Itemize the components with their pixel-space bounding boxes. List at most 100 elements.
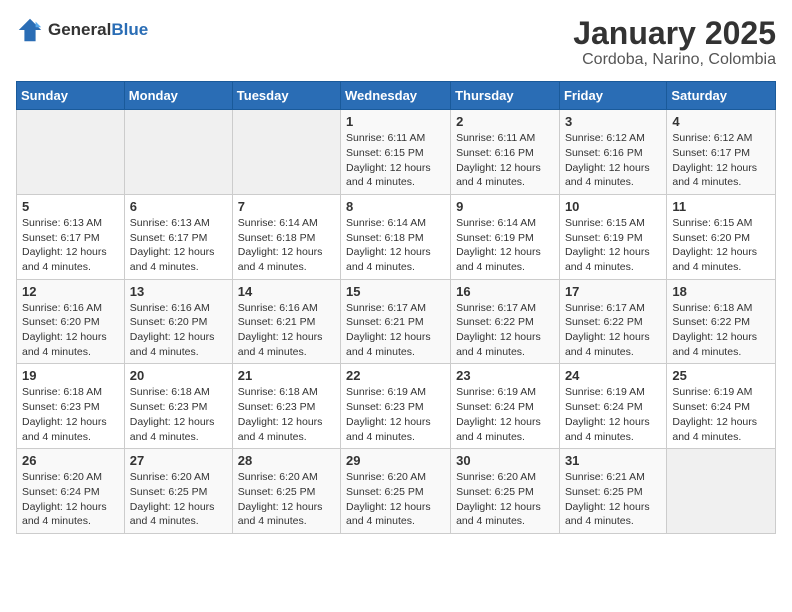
week-row-4: 19 Sunrise: 6:18 AMSunset: 6:23 PMDayligh… xyxy=(17,364,776,449)
day-number: 19 xyxy=(22,368,119,383)
day-info: Sunrise: 6:12 AMSunset: 6:17 PMDaylight:… xyxy=(672,131,770,190)
day-number: 26 xyxy=(22,453,119,468)
day-number: 21 xyxy=(238,368,335,383)
weekday-header-row: SundayMondayTuesdayWednesdayThursdayFrid… xyxy=(17,82,776,110)
day-info: Sunrise: 6:16 AMSunset: 6:20 PMDaylight:… xyxy=(22,301,119,360)
day-info: Sunrise: 6:17 AMSunset: 6:21 PMDaylight:… xyxy=(346,301,445,360)
week-row-3: 12 Sunrise: 6:16 AMSunset: 6:20 PMDayligh… xyxy=(17,279,776,364)
day-info: Sunrise: 6:14 AMSunset: 6:18 PMDaylight:… xyxy=(346,216,445,275)
calendar-cell: 19 Sunrise: 6:18 AMSunset: 6:23 PMDayligh… xyxy=(17,364,125,449)
day-info: Sunrise: 6:19 AMSunset: 6:24 PMDaylight:… xyxy=(565,385,661,444)
day-number: 1 xyxy=(346,114,445,129)
calendar-cell xyxy=(124,110,232,195)
calendar-cell: 25 Sunrise: 6:19 AMSunset: 6:24 PMDayligh… xyxy=(667,364,776,449)
week-row-1: 1 Sunrise: 6:11 AMSunset: 6:15 PMDaylight… xyxy=(17,110,776,195)
day-number: 30 xyxy=(456,453,554,468)
day-number: 18 xyxy=(672,284,770,299)
calendar-cell: 4 Sunrise: 6:12 AMSunset: 6:17 PMDaylight… xyxy=(667,110,776,195)
day-info: Sunrise: 6:20 AMSunset: 6:24 PMDaylight:… xyxy=(22,470,119,529)
calendar-table: SundayMondayTuesdayWednesdayThursdayFrid… xyxy=(16,81,776,534)
calendar-cell: 13 Sunrise: 6:16 AMSunset: 6:20 PMDayligh… xyxy=(124,279,232,364)
day-number: 24 xyxy=(565,368,661,383)
day-info: Sunrise: 6:19 AMSunset: 6:23 PMDaylight:… xyxy=(346,385,445,444)
day-number: 17 xyxy=(565,284,661,299)
calendar-cell: 18 Sunrise: 6:18 AMSunset: 6:22 PMDayligh… xyxy=(667,279,776,364)
weekday-header-friday: Friday xyxy=(559,82,666,110)
calendar-cell: 9 Sunrise: 6:14 AMSunset: 6:19 PMDaylight… xyxy=(451,194,560,279)
day-number: 3 xyxy=(565,114,661,129)
day-number: 25 xyxy=(672,368,770,383)
day-number: 7 xyxy=(238,199,335,214)
weekday-header-thursday: Thursday xyxy=(451,82,560,110)
logo-blue: Blue xyxy=(111,20,148,39)
month-title: January 2025 xyxy=(573,16,776,51)
location-title: Cordoba, Narino, Colombia xyxy=(573,51,776,69)
calendar-cell: 21 Sunrise: 6:18 AMSunset: 6:23 PMDayligh… xyxy=(232,364,340,449)
day-info: Sunrise: 6:12 AMSunset: 6:16 PMDaylight:… xyxy=(565,131,661,190)
day-info: Sunrise: 6:16 AMSunset: 6:20 PMDaylight:… xyxy=(130,301,227,360)
day-info: Sunrise: 6:18 AMSunset: 6:22 PMDaylight:… xyxy=(672,301,770,360)
day-info: Sunrise: 6:20 AMSunset: 6:25 PMDaylight:… xyxy=(346,470,445,529)
calendar-cell: 27Sunrise: 6:20 AMSunset: 6:25 PMDayligh… xyxy=(124,449,232,534)
day-number: 9 xyxy=(456,199,554,214)
day-info: Sunrise: 6:14 AMSunset: 6:18 PMDaylight:… xyxy=(238,216,335,275)
day-number: 13 xyxy=(130,284,227,299)
day-number: 15 xyxy=(346,284,445,299)
weekday-header-saturday: Saturday xyxy=(667,82,776,110)
calendar-cell: 3 Sunrise: 6:12 AMSunset: 6:16 PMDaylight… xyxy=(559,110,666,195)
day-number: 10 xyxy=(565,199,661,214)
title-block: January 2025 Cordoba, Narino, Colombia xyxy=(573,16,776,69)
weekday-header-tuesday: Tuesday xyxy=(232,82,340,110)
calendar-cell: 11 Sunrise: 6:15 AMSunset: 6:20 PMDayligh… xyxy=(667,194,776,279)
day-number: 16 xyxy=(456,284,554,299)
day-number: 29 xyxy=(346,453,445,468)
calendar-cell: 31Sunrise: 6:21 AMSunset: 6:25 PMDayligh… xyxy=(559,449,666,534)
weekday-header-wednesday: Wednesday xyxy=(341,82,451,110)
day-info: Sunrise: 6:17 AMSunset: 6:22 PMDaylight:… xyxy=(456,301,554,360)
calendar-cell: 14 Sunrise: 6:16 AMSunset: 6:21 PMDayligh… xyxy=(232,279,340,364)
day-info: Sunrise: 6:15 AMSunset: 6:20 PMDaylight:… xyxy=(672,216,770,275)
day-info: Sunrise: 6:20 AMSunset: 6:25 PMDaylight:… xyxy=(238,470,335,529)
day-number: 4 xyxy=(672,114,770,129)
calendar-cell: 28Sunrise: 6:20 AMSunset: 6:25 PMDayligh… xyxy=(232,449,340,534)
calendar-cell: 20Sunrise: 6:18 AMSunset: 6:23 PMDayligh… xyxy=(124,364,232,449)
calendar-cell xyxy=(17,110,125,195)
day-info: Sunrise: 6:11 AMSunset: 6:16 PMDaylight:… xyxy=(456,131,554,190)
day-number: 12 xyxy=(22,284,119,299)
day-info: Sunrise: 6:13 AMSunset: 6:17 PMDaylight:… xyxy=(130,216,227,275)
day-info: Sunrise: 6:18 AMSunset: 6:23 PMDaylight:… xyxy=(238,385,335,444)
calendar-cell: 15 Sunrise: 6:17 AMSunset: 6:21 PMDayligh… xyxy=(341,279,451,364)
day-number: 2 xyxy=(456,114,554,129)
weekday-header-monday: Monday xyxy=(124,82,232,110)
calendar-cell: 17Sunrise: 6:17 AMSunset: 6:22 PMDayligh… xyxy=(559,279,666,364)
weekday-header-sunday: Sunday xyxy=(17,82,125,110)
calendar-cell: 1 Sunrise: 6:11 AMSunset: 6:15 PMDaylight… xyxy=(341,110,451,195)
calendar-cell: 6 Sunrise: 6:13 AMSunset: 6:17 PMDaylight… xyxy=(124,194,232,279)
calendar-cell: 8Sunrise: 6:14 AMSunset: 6:18 PMDaylight… xyxy=(341,194,451,279)
calendar-cell: 26 Sunrise: 6:20 AMSunset: 6:24 PMDayligh… xyxy=(17,449,125,534)
day-number: 22 xyxy=(346,368,445,383)
calendar-cell: 7 Sunrise: 6:14 AMSunset: 6:18 PMDaylight… xyxy=(232,194,340,279)
day-number: 11 xyxy=(672,199,770,214)
logo-icon xyxy=(16,16,44,44)
day-info: Sunrise: 6:14 AMSunset: 6:19 PMDaylight:… xyxy=(456,216,554,275)
day-number: 31 xyxy=(565,453,661,468)
calendar-cell: 30Sunrise: 6:20 AMSunset: 6:25 PMDayligh… xyxy=(451,449,560,534)
day-info: Sunrise: 6:19 AMSunset: 6:24 PMDaylight:… xyxy=(672,385,770,444)
day-number: 27 xyxy=(130,453,227,468)
day-info: Sunrise: 6:16 AMSunset: 6:21 PMDaylight:… xyxy=(238,301,335,360)
day-info: Sunrise: 6:15 AMSunset: 6:19 PMDaylight:… xyxy=(565,216,661,275)
page-header: GeneralBlue January 2025 Cordoba, Narino… xyxy=(16,16,776,69)
week-row-5: 26 Sunrise: 6:20 AMSunset: 6:24 PMDayligh… xyxy=(17,449,776,534)
day-number: 6 xyxy=(130,199,227,214)
calendar-cell: 10 Sunrise: 6:15 AMSunset: 6:19 PMDayligh… xyxy=(559,194,666,279)
calendar-cell: 29 Sunrise: 6:20 AMSunset: 6:25 PMDayligh… xyxy=(341,449,451,534)
day-info: Sunrise: 6:13 AMSunset: 6:17 PMDaylight:… xyxy=(22,216,119,275)
day-info: Sunrise: 6:19 AMSunset: 6:24 PMDaylight:… xyxy=(456,385,554,444)
day-number: 14 xyxy=(238,284,335,299)
day-info: Sunrise: 6:18 AMSunset: 6:23 PMDaylight:… xyxy=(22,385,119,444)
calendar-cell: 22 Sunrise: 6:19 AMSunset: 6:23 PMDayligh… xyxy=(341,364,451,449)
calendar-cell xyxy=(667,449,776,534)
calendar-cell: 2 Sunrise: 6:11 AMSunset: 6:16 PMDaylight… xyxy=(451,110,560,195)
day-info: Sunrise: 6:11 AMSunset: 6:15 PMDaylight:… xyxy=(346,131,445,190)
